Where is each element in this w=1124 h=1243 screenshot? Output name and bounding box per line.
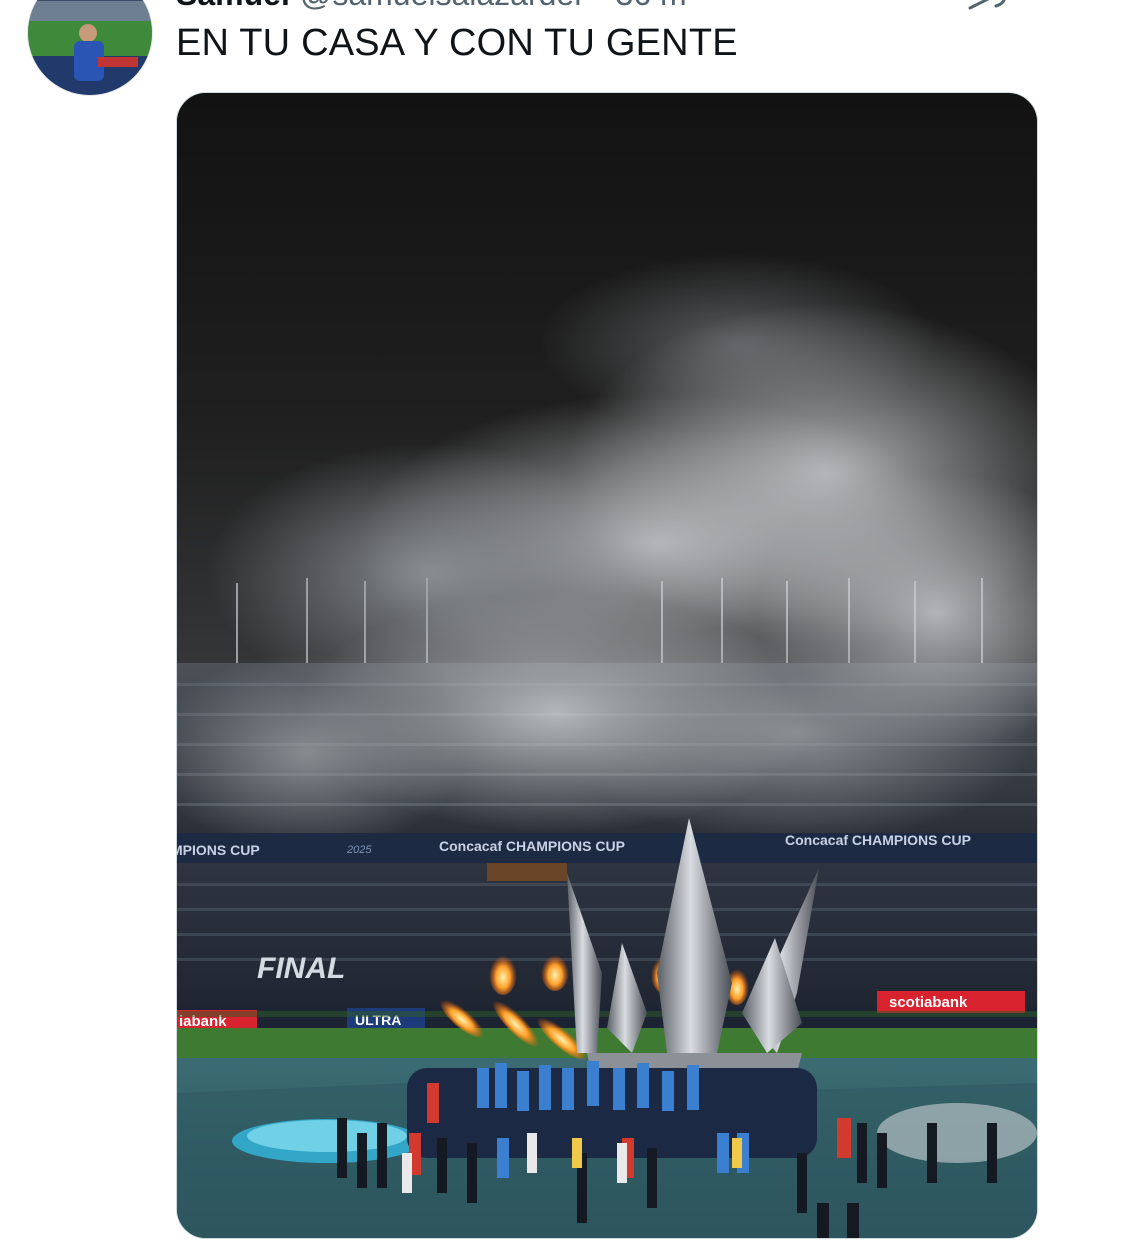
final-sign: FINAL: [257, 952, 345, 985]
grok-icon[interactable]: [966, 0, 1012, 12]
user-avatar[interactable]: [27, 0, 153, 96]
board-bank-right: scotiabank: [889, 994, 968, 1011]
tweet-photo[interactable]: MPIONS CUP 2025 Concacaf CHAMPIONS CUP C…: [176, 92, 1038, 1239]
stadium-photo: MPIONS CUP 2025 Concacaf CHAMPIONS CUP C…: [177, 93, 1037, 1238]
banner-champions-cup-right: Concacaf CHAMPIONS CUP: [785, 832, 971, 848]
user-handle[interactable]: @samuelsalazarder: [300, 0, 585, 13]
timestamp[interactable]: 36 m: [616, 0, 687, 13]
banner-year: 2025: [346, 844, 372, 856]
display-name[interactable]: Samuel: [176, 0, 290, 13]
tweet-header: Samuel @samuelsalazarder · 36 m: [176, 0, 687, 12]
avatar-photo: [28, 0, 152, 95]
banner-champions-cup-center: Concacaf CHAMPIONS CUP: [439, 838, 625, 854]
banner-champions-cup-left: MPIONS CUP: [177, 842, 260, 858]
separator-dot: ·: [595, 0, 606, 13]
tweet-text: EN TU CASA Y CON TU GENTE: [176, 22, 738, 64]
tweet-card[interactable]: Samuel @samuelsalazarder · 36 m EN TU CA…: [0, 0, 1124, 1243]
